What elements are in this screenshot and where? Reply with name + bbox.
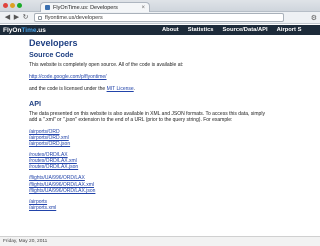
nav-statistics[interactable]: Statistics bbox=[188, 27, 214, 33]
api-paragraph-line2: add a ".xml" or ".json" extension to the… bbox=[29, 116, 233, 123]
wrench-menu-icon[interactable]: ⚙ bbox=[311, 14, 317, 22]
browser-tab[interactable]: FlyOnTime.us: Developers × bbox=[40, 2, 150, 12]
favicon-icon bbox=[45, 5, 50, 10]
page-title: Developers bbox=[29, 38, 78, 48]
reload-icon[interactable]: ↻ bbox=[21, 14, 30, 21]
mit-license-link[interactable]: MIT License bbox=[107, 86, 134, 92]
api-link[interactable]: /flights/UA/996/ORD/LAX.json bbox=[29, 188, 317, 194]
tab-close-icon[interactable]: × bbox=[141, 5, 145, 11]
status-date: Friday, May 20, 2011 bbox=[3, 239, 48, 244]
source-code-link[interactable]: http://code.google.com/p/flyontime/ bbox=[29, 74, 317, 80]
address-url[interactable]: flyontime.us/developers bbox=[45, 15, 103, 21]
source-paragraph: This website is completely open source. … bbox=[29, 62, 184, 68]
minimize-window-button[interactable] bbox=[10, 3, 15, 8]
api-link[interactable]: /airports/ORD.json bbox=[29, 141, 317, 147]
window-controls bbox=[3, 3, 22, 8]
api-link-group-routes: /routes/ORD/LAX /routes/ORD/LAX.xml /rou… bbox=[29, 152, 317, 170]
back-arrow-icon[interactable]: ◀ bbox=[3, 14, 12, 21]
site-logo[interactable]: FlyOnTime.us bbox=[3, 27, 46, 34]
nav-source-data-api[interactable]: Source/Data/API bbox=[223, 27, 268, 33]
close-window-button[interactable] bbox=[3, 3, 8, 8]
address-bar[interactable]: flyontime.us/developers bbox=[34, 13, 284, 22]
forward-arrow-icon[interactable]: ▶ bbox=[12, 14, 21, 21]
api-link-group-airports: /airports/ORD /airports/ORD.xml /airport… bbox=[29, 129, 317, 147]
main-content: Developers Source Code This website is c… bbox=[29, 38, 317, 211]
api-link[interactable]: /airports.xml bbox=[29, 205, 317, 211]
api-link[interactable]: /routes/ORD/LAX.json bbox=[29, 164, 317, 170]
browser-toolbar: ◀ ▶ ↻ flyontime.us/developers ⚙ bbox=[0, 12, 320, 24]
nav-about[interactable]: About bbox=[162, 27, 179, 33]
api-heading: API bbox=[29, 98, 41, 108]
status-bar: Friday, May 20, 2011 bbox=[0, 236, 320, 246]
source-code-heading: Source Code bbox=[29, 50, 74, 59]
api-link-group-flights: /flights/UA/996/ORD/LAX /flights/UA/996/… bbox=[29, 175, 317, 193]
nav-airport[interactable]: Airport S bbox=[277, 27, 302, 33]
license-paragraph: and the code is licensed under the MIT L… bbox=[29, 86, 136, 93]
page-icon bbox=[38, 15, 42, 20]
browser-tab-bar: FlyOnTime.us: Developers × bbox=[0, 0, 320, 12]
main-nav: About Statistics Source/Data/API Airport… bbox=[162, 25, 301, 35]
zoom-window-button[interactable] bbox=[17, 3, 22, 8]
tab-title: FlyOnTime.us: Developers bbox=[53, 4, 118, 11]
api-link-group-all-airports: /airports /airports.xml bbox=[29, 199, 317, 211]
site-header: FlyOnTime.us About Statistics Source/Dat… bbox=[0, 25, 320, 35]
